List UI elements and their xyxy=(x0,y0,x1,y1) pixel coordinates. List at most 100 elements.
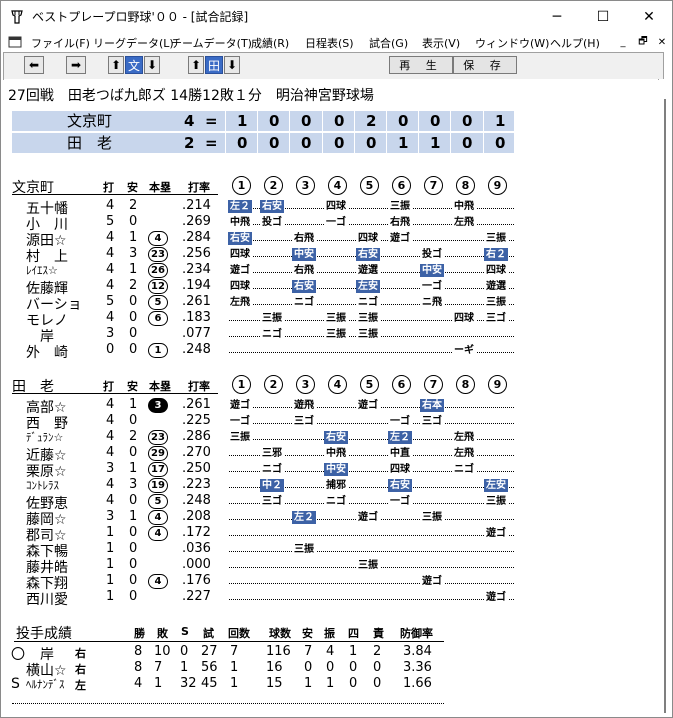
menu-item-1[interactable]: リーグデータ(L) xyxy=(93,35,174,51)
menu-item-4[interactable]: 日程表(S) xyxy=(305,35,354,51)
inning-header: 9 xyxy=(488,176,507,195)
player-avg: .248 xyxy=(182,493,211,508)
pitching-col-header: 試 xyxy=(203,627,214,640)
pitcher-era: 3.36 xyxy=(403,660,432,675)
player-ab: 4 xyxy=(106,278,115,293)
hit-result: 右安 xyxy=(292,280,316,293)
menu-item-8[interactable]: ヘルプ(H) xyxy=(550,35,600,51)
player-hits: 1 xyxy=(129,262,138,277)
hit-result: 中安 xyxy=(292,248,316,261)
inning-header: 4 xyxy=(328,375,347,394)
scoreboard-divider xyxy=(257,111,258,131)
hit-result: 右安 xyxy=(388,479,412,492)
menu-item-5[interactable]: 試合(G) xyxy=(369,35,408,51)
player-avg: .176 xyxy=(182,573,211,588)
at-bat-result: 一ゴ xyxy=(388,415,412,428)
player-ab: 4 xyxy=(106,493,115,508)
scoreboard-divider xyxy=(225,111,226,131)
mdi-minimize-button[interactable]: _ xyxy=(615,34,631,50)
team-bun-button[interactable]: 文 xyxy=(125,56,143,74)
inning-header: 3 xyxy=(296,375,315,394)
menu-item-0[interactable]: ファイル(F) xyxy=(31,35,90,51)
inning-header: 1 xyxy=(232,375,251,394)
player-avg: .208 xyxy=(182,509,211,524)
mdi-close-button[interactable]: ✕ xyxy=(654,34,670,50)
vertical-scrollbar[interactable] xyxy=(659,79,671,715)
inning-header: 8 xyxy=(456,375,475,394)
pitching-col-header: S xyxy=(181,625,189,638)
scoreboard-divider xyxy=(225,133,226,153)
minimize-button[interactable]: ─ xyxy=(534,1,580,33)
at-bat-result: 四球 xyxy=(356,232,380,245)
scoreboard-runs: 2 xyxy=(184,134,195,152)
menu-item-6[interactable]: 表示(V) xyxy=(422,35,460,51)
scoreboard-equals: = xyxy=(205,112,218,130)
pitching-col-header: 安 xyxy=(302,627,313,640)
player-hits: 0 xyxy=(129,214,138,229)
at-bat-result: ニゴ xyxy=(324,495,348,508)
save-button[interactable]: 保 存 xyxy=(453,56,517,74)
next-button[interactable]: ➡ xyxy=(66,56,86,74)
pitcher-er: 2 xyxy=(373,644,382,659)
player-hr: 6 xyxy=(148,311,168,326)
at-bat-result: 遊ゴ xyxy=(388,232,412,245)
at-bat-result: 右飛 xyxy=(292,232,316,245)
player-hr: 29 xyxy=(148,446,168,461)
replay-button[interactable]: 再 生 xyxy=(389,56,453,74)
player-hits: 0 xyxy=(129,310,138,325)
prev-button[interactable]: ⬅ xyxy=(24,56,44,74)
at-bat-result: 中飛 xyxy=(452,200,476,213)
player-ab: 0 xyxy=(106,342,115,357)
menu-item-3[interactable]: 成績(R) xyxy=(251,35,289,51)
scoreboard-team: 文京町 xyxy=(67,112,113,130)
player-hr: 23 xyxy=(148,247,168,262)
team-ta-button[interactable]: 田 xyxy=(205,56,223,74)
at-bat-result: 一ゴ xyxy=(228,415,252,428)
scoreboard-divider xyxy=(450,111,451,131)
player-avg: .261 xyxy=(182,294,211,309)
bun-down-button[interactable]: ⬇ xyxy=(144,56,160,74)
scoreboard-equals: = xyxy=(205,134,218,152)
at-bat-result: 遊ゴ xyxy=(484,591,508,604)
inning-score: 0 xyxy=(237,134,248,152)
scoreboard-divider xyxy=(322,111,323,131)
at-bat-result: 四球 xyxy=(228,248,252,261)
menu-item-2[interactable]: チームデータ(T) xyxy=(171,35,252,51)
player-hits: 0 xyxy=(129,342,138,357)
hit-result: 左２ xyxy=(388,431,412,444)
mdi-restore-button[interactable]: 🗗 xyxy=(635,34,651,50)
player-hits: 3 xyxy=(129,477,138,492)
pitcher-hand: 右 xyxy=(75,663,86,676)
player-hr: 4 xyxy=(148,510,168,525)
player-avg: .172 xyxy=(182,525,211,540)
ta-up-button[interactable]: ⬆ xyxy=(188,56,204,74)
inning-header: 6 xyxy=(392,176,411,195)
player-avg: .225 xyxy=(182,413,211,428)
pitching-col-header: 敗 xyxy=(157,627,168,640)
col-header-h: 安 xyxy=(127,380,138,393)
pitcher-l: 10 xyxy=(154,644,171,659)
pitcher-g: 27 xyxy=(201,644,218,659)
inning-score: 0 xyxy=(269,134,280,152)
player-hr: 23 xyxy=(148,430,168,445)
player-avg: .269 xyxy=(182,214,211,229)
player-ab: 4 xyxy=(106,246,115,261)
maximize-button[interactable]: ☐ xyxy=(580,1,626,33)
document-icon[interactable] xyxy=(8,36,22,48)
at-bat-result: 四球 xyxy=(452,312,476,325)
hit-result: 左２ xyxy=(228,200,252,213)
menu-item-7[interactable]: ウィンドウ(W) xyxy=(475,35,549,51)
at-bat-result: 遊ゴ xyxy=(356,399,380,412)
scoreboard-divider xyxy=(289,111,290,131)
close-button[interactable]: ✕ xyxy=(626,1,672,33)
inning-header: 1 xyxy=(232,176,251,195)
pitcher-bb: 1 xyxy=(349,644,358,659)
bun-up-button[interactable]: ⬆ xyxy=(108,56,124,74)
scrollbar-thumb[interactable] xyxy=(664,99,666,713)
ta-down-button[interactable]: ⬇ xyxy=(224,56,240,74)
toolbar: ⬅ ➡ ⬆ 文 ⬇ ⬆ 田 ⬇ 再 生 保 存 xyxy=(3,52,664,80)
inning-score: 1 xyxy=(237,112,248,130)
game-record-panel: 27回戦 田老つば九郎ズ 14勝12敗１分 明治神宮野球場 文京町 4 = 1 0 0 0 2 0… xyxy=(4,79,658,715)
result-dots xyxy=(229,598,514,600)
pitcher-w: 8 xyxy=(134,660,143,675)
